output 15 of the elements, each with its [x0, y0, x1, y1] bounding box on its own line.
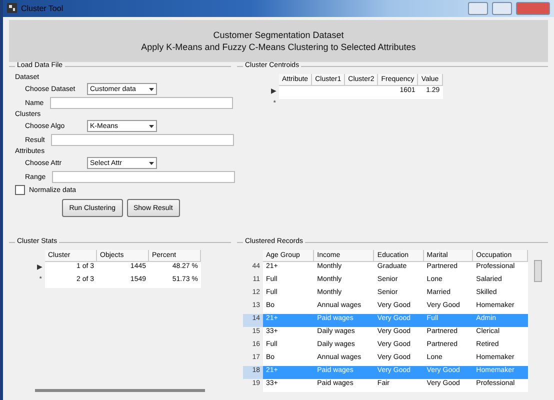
minimize-button[interactable] — [468, 2, 488, 15]
window-title: Cluster Tool — [21, 4, 64, 13]
scrollbar[interactable] — [35, 389, 205, 392]
checkbox[interactable] — [15, 185, 25, 195]
caret-icon — [149, 88, 154, 90]
caret-icon — [149, 124, 154, 128]
app-icon — [7, 3, 17, 14]
close-button[interactable] — [516, 2, 550, 15]
input-field[interactable] — [50, 97, 233, 109]
header-title: Customer Segmentation Dataset — [213, 30, 344, 40]
maximize-button[interactable] — [492, 2, 512, 15]
caret-icon — [149, 162, 154, 164]
input-field[interactable] — [50, 134, 234, 146]
header-subtitle: Apply K-Means and Fuzzy C-Means Clustering to Selected Attributes — [141, 42, 416, 52]
input-field[interactable] — [52, 171, 235, 183]
